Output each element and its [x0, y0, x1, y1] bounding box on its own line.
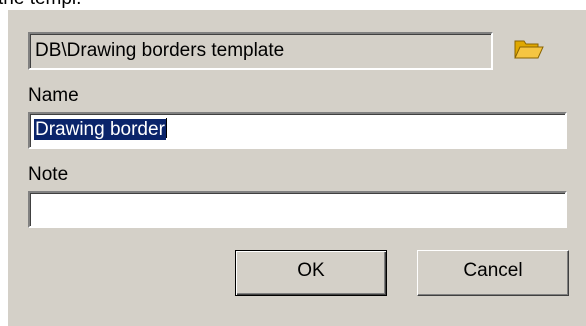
browse-folder-button[interactable] [512, 35, 546, 63]
screenshot-canvas: the templ. DB\Drawing borders template N… [0, 0, 586, 326]
name-field[interactable]: Drawing border [28, 112, 567, 149]
name-field-value: Drawing border [34, 119, 166, 140]
note-label: Note [28, 164, 69, 185]
template-path-field: DB\Drawing borders template [28, 32, 493, 70]
folder-open-icon [514, 40, 544, 59]
ok-button[interactable]: OK [235, 250, 387, 296]
note-field[interactable] [28, 191, 567, 228]
text-caret [165, 118, 167, 138]
cancel-button[interactable]: Cancel [417, 250, 569, 296]
save-template-dialog: DB\Drawing borders template Name Drawing… [8, 10, 586, 326]
name-label: Name [28, 85, 79, 106]
clipped-caption-text: the templ. [0, 0, 81, 9]
